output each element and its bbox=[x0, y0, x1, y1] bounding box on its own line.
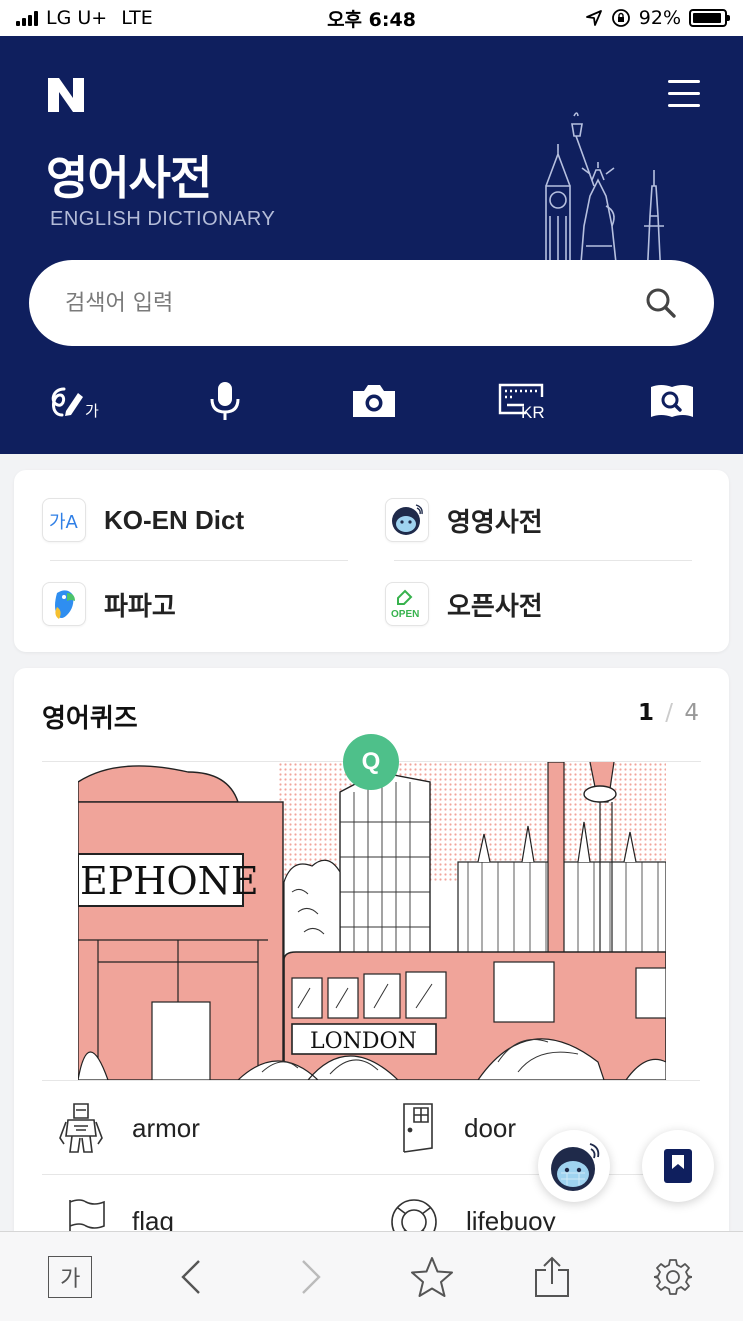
text-size-button[interactable]: 가 bbox=[40, 1247, 100, 1307]
quiz-word-door[interactable]: door bbox=[398, 1100, 516, 1156]
quiz-page-current: 1 bbox=[637, 700, 654, 726]
page-title: 영어사전 bbox=[46, 151, 212, 205]
dictionary-header: 영어사전 ENGLISH DICTIONARY 가 bbox=[0, 36, 743, 454]
carrier-label: LG U+ bbox=[46, 7, 108, 29]
svg-text:OPEN: OPEN bbox=[391, 609, 419, 620]
book-search-icon bbox=[651, 385, 693, 417]
dict-link-label: 오픈사전 bbox=[447, 591, 543, 622]
quiz-word-label: door bbox=[464, 1112, 517, 1143]
dictionary-links-card: 가A KO-EN Dict 영영사전 파파고 OPEN 오픈사전 bbox=[14, 470, 729, 652]
camera-icon bbox=[353, 385, 395, 417]
page-subtitle: ENGLISH DICTIONARY bbox=[50, 208, 276, 230]
chevron-left-icon bbox=[181, 1259, 200, 1294]
bookmark-book-icon bbox=[664, 1149, 692, 1183]
divider bbox=[42, 1080, 700, 1081]
dict-link-label: KO-EN Dict bbox=[104, 504, 245, 535]
battery-level bbox=[693, 13, 721, 23]
ko-en-dict-link[interactable]: 가A KO-EN Dict bbox=[42, 498, 347, 542]
signal-icon bbox=[16, 10, 38, 26]
back-button[interactable] bbox=[161, 1247, 221, 1307]
svg-text:KR: KR bbox=[521, 403, 545, 419]
dict-link-label: 영영사전 bbox=[447, 507, 543, 538]
gear-icon bbox=[653, 1258, 692, 1295]
battery-icon bbox=[689, 9, 730, 27]
divider bbox=[50, 560, 348, 561]
network-label: LTE bbox=[121, 7, 153, 29]
handwriting-button[interactable]: 가 bbox=[44, 376, 108, 426]
open-dict-icon: OPEN bbox=[385, 582, 429, 626]
open-dict-link[interactable]: OPEN 오픈사전 bbox=[385, 582, 690, 626]
korean-keyboard-button[interactable]: KR bbox=[491, 376, 555, 426]
status-bar: LG U+ LTE 오후 6:48 92% bbox=[0, 0, 743, 36]
svg-text:LONDON: LONDON bbox=[310, 1029, 417, 1054]
quiz-word-label: armor bbox=[132, 1112, 200, 1143]
input-tools: 가 KR bbox=[44, 376, 704, 426]
mascot-icon bbox=[551, 1143, 600, 1191]
quiz-title: 영어퀴즈 bbox=[42, 704, 138, 734]
voice-search-button[interactable] bbox=[193, 376, 257, 426]
chevron-right-icon bbox=[302, 1259, 321, 1294]
microphone-icon bbox=[210, 382, 240, 420]
mascot-icon bbox=[385, 498, 429, 542]
mascot-float-button[interactable] bbox=[538, 1130, 610, 1202]
quiz-pagination: 1 / 4 bbox=[637, 700, 699, 726]
quiz-word-armor[interactable]: armor bbox=[56, 1100, 200, 1156]
forward-button[interactable] bbox=[281, 1247, 341, 1307]
ko-en-icon: 가A bbox=[42, 498, 86, 542]
text-size-label: 가 bbox=[48, 1255, 93, 1298]
battery-percent: 92% bbox=[638, 7, 681, 29]
book-search-button[interactable] bbox=[640, 376, 704, 426]
english-quiz-card: 영어퀴즈 1 / 4 Q EPHONE LONDON armor door fl… bbox=[14, 668, 729, 1288]
location-arrow-icon bbox=[585, 10, 602, 26]
share-button[interactable] bbox=[522, 1247, 582, 1307]
quiz-page-total: 4 bbox=[684, 700, 699, 726]
browser-toolbar: 가 bbox=[0, 1231, 743, 1321]
search-icon[interactable] bbox=[644, 286, 678, 320]
armor-icon bbox=[59, 1103, 103, 1153]
status-left: LG U+ LTE bbox=[16, 7, 153, 29]
quiz-image[interactable]: EPHONE LONDON bbox=[78, 762, 666, 1080]
star-icon bbox=[410, 1256, 453, 1297]
keyboard-kr-icon: KR bbox=[498, 383, 545, 419]
papago-link[interactable]: 파파고 bbox=[42, 582, 347, 626]
settings-button[interactable] bbox=[643, 1247, 703, 1307]
search-input[interactable] bbox=[65, 290, 644, 316]
orientation-lock-icon bbox=[611, 9, 630, 27]
en-en-dict-link[interactable]: 영영사전 bbox=[385, 498, 690, 542]
papago-icon bbox=[42, 582, 86, 626]
camera-search-button[interactable] bbox=[342, 376, 406, 426]
wordbook-float-button[interactable] bbox=[642, 1130, 714, 1202]
svg-text:EPHONE: EPHONE bbox=[80, 859, 259, 903]
search-bar[interactable] bbox=[29, 260, 714, 346]
svg-text:가: 가 bbox=[85, 402, 99, 420]
quiz-badge: Q bbox=[343, 734, 399, 790]
share-icon bbox=[535, 1256, 570, 1297]
handwriting-icon: 가 bbox=[51, 387, 99, 420]
svg-text:가A: 가A bbox=[49, 512, 79, 533]
dict-link-label: 파파고 bbox=[104, 591, 176, 622]
door-icon bbox=[403, 1103, 433, 1153]
naver-logo[interactable] bbox=[48, 78, 84, 112]
divider bbox=[394, 560, 692, 561]
status-right: 92% bbox=[585, 7, 730, 29]
favorite-button[interactable] bbox=[402, 1247, 462, 1307]
